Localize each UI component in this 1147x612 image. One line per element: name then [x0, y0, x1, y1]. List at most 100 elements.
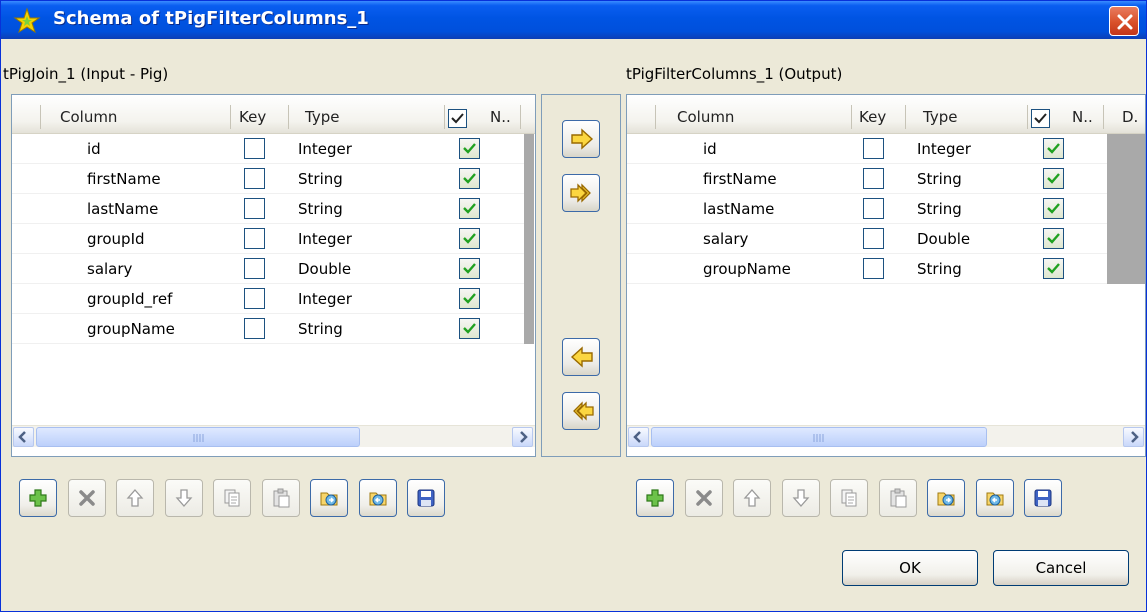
column-name-cell[interactable]: groupId	[87, 224, 145, 254]
nullable-checkbox[interactable]	[1043, 138, 1064, 159]
input-schema-table[interactable]: Column Key Type N.. id Integer firstName St…	[11, 94, 536, 457]
copy-all-left-button[interactable]	[562, 392, 600, 430]
key-checkbox[interactable]	[863, 198, 884, 219]
export-schema-button[interactable]	[975, 479, 1014, 517]
key-checkbox[interactable]	[244, 198, 265, 219]
save-schema-button[interactable]	[1024, 479, 1062, 517]
ok-button[interactable]: OK	[842, 550, 978, 586]
table-row[interactable]: id Integer	[627, 134, 1107, 164]
cancel-button[interactable]: Cancel	[993, 550, 1129, 586]
key-header[interactable]: Key	[859, 95, 886, 134]
key-checkbox[interactable]	[244, 318, 265, 339]
column-name-cell[interactable]: salary	[703, 224, 748, 254]
type-header[interactable]: Type	[923, 95, 957, 134]
key-checkbox[interactable]	[244, 258, 265, 279]
key-checkbox[interactable]	[863, 138, 884, 159]
paste-button[interactable]	[878, 479, 917, 517]
key-checkbox[interactable]	[244, 138, 265, 159]
column-name-cell[interactable]: groupName	[703, 254, 791, 284]
move-down-button[interactable]	[781, 479, 820, 517]
column-name-cell[interactable]: groupId_ref	[87, 284, 172, 314]
type-cell[interactable]: String	[298, 194, 343, 224]
key-header[interactable]: Key	[239, 95, 266, 134]
nullable-checkbox[interactable]	[459, 258, 480, 279]
scroll-thumb[interactable]	[36, 427, 360, 447]
add-column-button[interactable]	[19, 479, 57, 517]
key-checkbox[interactable]	[863, 168, 884, 189]
table-row[interactable]: groupId_ref Integer	[12, 284, 524, 314]
type-cell[interactable]: String	[298, 164, 343, 194]
type-cell[interactable]: Double	[917, 224, 970, 254]
copy-button[interactable]	[213, 479, 251, 517]
scroll-right-button[interactable]	[1123, 427, 1144, 447]
nullable-header[interactable]: N..	[490, 95, 511, 134]
nullable-checkbox[interactable]	[1043, 228, 1064, 249]
save-schema-button[interactable]	[407, 479, 445, 517]
remove-column-button[interactable]	[684, 479, 723, 517]
type-cell[interactable]: Integer	[298, 134, 352, 164]
type-cell[interactable]: String	[917, 164, 962, 194]
column-name-cell[interactable]: groupName	[87, 314, 175, 344]
nullable-checkbox[interactable]	[1043, 168, 1064, 189]
column-name-cell[interactable]: lastName	[703, 194, 774, 224]
output-horizontal-scrollbar[interactable]	[627, 425, 1145, 447]
table-row[interactable]: groupName String	[627, 254, 1107, 284]
table-row[interactable]: firstName String	[627, 164, 1107, 194]
table-row[interactable]: firstName String	[12, 164, 524, 194]
paste-button[interactable]	[261, 479, 300, 517]
nullable-checkbox[interactable]	[1043, 198, 1064, 219]
table-row[interactable]: salary Double	[627, 224, 1107, 254]
nullable-checkbox[interactable]	[459, 228, 480, 249]
import-schema-button[interactable]	[927, 479, 965, 517]
table-row[interactable]: groupName String	[12, 314, 524, 344]
copy-button[interactable]	[830, 479, 868, 517]
import-schema-button[interactable]	[310, 479, 348, 517]
move-up-button[interactable]	[116, 479, 154, 517]
key-checkbox[interactable]	[244, 288, 265, 309]
type-cell[interactable]: String	[917, 254, 962, 284]
nullable-checkbox[interactable]	[459, 318, 480, 339]
scroll-right-button[interactable]	[512, 427, 533, 447]
add-column-button[interactable]	[636, 479, 674, 517]
scroll-left-button[interactable]	[628, 427, 649, 447]
close-button[interactable]	[1109, 6, 1139, 36]
nullable-header-checkbox[interactable]	[448, 109, 467, 128]
table-row[interactable]: groupId Integer	[12, 224, 524, 254]
scroll-thumb[interactable]	[651, 427, 987, 447]
copy-all-right-button[interactable]	[562, 174, 600, 212]
export-schema-button[interactable]	[358, 479, 397, 517]
table-row[interactable]: salary Double	[12, 254, 524, 284]
move-up-button[interactable]	[733, 479, 771, 517]
column-name-cell[interactable]: id	[703, 134, 717, 164]
nullable-checkbox[interactable]	[459, 168, 480, 189]
key-checkbox[interactable]	[244, 168, 265, 189]
output-schema-table[interactable]: Column Key Type N.. D. id Integer firstNam…	[626, 94, 1146, 457]
table-row[interactable]: lastName String	[627, 194, 1107, 224]
nullable-checkbox[interactable]	[459, 288, 480, 309]
table-row[interactable]: lastName String	[12, 194, 524, 224]
default-header[interactable]: D.	[1122, 95, 1138, 134]
key-checkbox[interactable]	[863, 228, 884, 249]
remove-column-button[interactable]	[67, 479, 106, 517]
nullable-checkbox[interactable]	[459, 138, 480, 159]
nullable-checkbox[interactable]	[459, 198, 480, 219]
type-header[interactable]: Type	[305, 95, 339, 134]
key-checkbox[interactable]	[244, 228, 265, 249]
table-row[interactable]: id Integer	[12, 134, 524, 164]
column-name-cell[interactable]: firstName	[703, 164, 777, 194]
type-cell[interactable]: Integer	[917, 134, 971, 164]
key-checkbox[interactable]	[863, 258, 884, 279]
type-cell[interactable]: Integer	[298, 224, 352, 254]
nullable-header[interactable]: N..	[1072, 95, 1093, 134]
nullable-header-checkbox[interactable]	[1031, 109, 1050, 128]
type-cell[interactable]: String	[298, 314, 343, 344]
copy-selected-right-button[interactable]	[562, 120, 600, 158]
title-bar[interactable]: Schema of tPigFilterColumns_1	[1, 1, 1146, 39]
move-down-button[interactable]	[164, 479, 203, 517]
nullable-checkbox[interactable]	[1043, 258, 1064, 279]
column-header[interactable]: Column	[677, 95, 734, 134]
column-name-cell[interactable]: firstName	[87, 164, 161, 194]
type-cell[interactable]: Integer	[298, 284, 352, 314]
column-name-cell[interactable]: lastName	[87, 194, 158, 224]
type-cell[interactable]: String	[917, 194, 962, 224]
